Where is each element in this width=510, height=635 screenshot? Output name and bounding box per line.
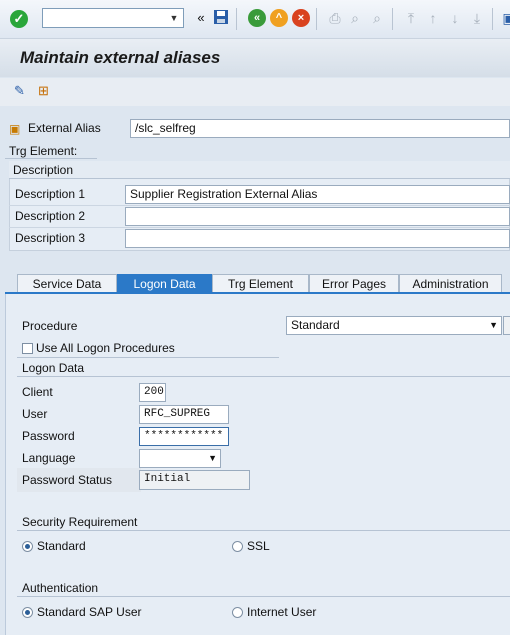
external-alias-label: External Alias [28,121,101,135]
auth-standard-sap-user-radio[interactable] [22,607,33,618]
toolbar-separator [236,8,237,30]
chevron-down-icon[interactable]: ▼ [208,450,217,467]
external-alias-field[interactable]: /slc_selfreg [130,119,510,138]
security-requirement-title: Security Requirement [22,515,138,529]
tab-error-pages[interactable]: Error Pages [309,274,399,293]
command-field[interactable]: ▼ [42,8,184,28]
password-field[interactable]: ************ [139,427,229,446]
divider [17,596,510,597]
print-icon[interactable]: ⎙ [326,9,344,27]
next-page-icon[interactable]: ↓ [446,9,464,27]
user-field[interactable]: RFC_SUPREG [139,405,229,424]
description-3-field[interactable] [125,229,510,248]
description-2-label: Description 2 [15,209,86,223]
page-title: Maintain external aliases [20,48,221,67]
create-session-icon[interactable]: ▣ [500,9,510,27]
description-1-label: Description 1 [15,187,86,201]
auth-internet-user-label: Internet User [247,605,317,619]
tab-service-data[interactable]: Service Data [17,274,117,293]
display-change-icon[interactable]: ✎ [14,83,25,99]
procedure-label: Procedure [22,319,78,333]
application-toolbar [0,78,510,106]
divider [17,376,510,377]
hierarchy-icon[interactable]: ⊞ [38,83,49,99]
auth-internet-user-radio[interactable] [232,607,243,618]
description-1-field[interactable]: Supplier Registration External Alias [125,185,510,204]
language-label: Language [22,451,76,465]
find-icon[interactable]: ⌕ [346,9,364,27]
divider [9,205,510,206]
last-page-icon[interactable]: ⤓ [468,9,486,27]
language-dropdown[interactable]: ▼ [139,449,221,468]
logon-data-title: Logon Data [22,361,85,375]
prev-page-icon[interactable]: ↑ [424,9,442,27]
authentication-title: Authentication [22,581,99,595]
client-label: Client [22,385,53,399]
password-status-field: Initial [139,470,250,490]
security-standard-label: Standard [37,539,86,553]
enter-icon[interactable]: ✓ [10,10,28,28]
toolbar-separator [316,8,317,30]
divider [17,530,510,531]
procedure-button[interactable] [503,316,510,335]
divider [9,227,510,228]
divider [17,357,279,358]
chevron-down-icon[interactable]: ▼ [489,317,498,334]
tab-logon-data[interactable]: Logon Data [117,274,212,293]
client-field[interactable]: 200 [139,383,166,402]
security-standard-radio[interactable] [22,541,33,552]
exit-icon[interactable]: ^ [270,9,288,27]
description-title: Description [9,161,510,179]
description-3-label: Description 3 [15,231,86,245]
use-all-logon-checkbox[interactable] [22,343,33,354]
trg-element-label: Trg Element: [9,144,78,158]
description-2-field[interactable] [125,207,510,226]
toolbar-separator [492,8,493,30]
back-icon[interactable]: « [248,9,266,27]
toolbar-separator [392,8,393,30]
first-page-icon[interactable]: ⤒ [402,9,420,27]
password-status-label: Password Status [22,473,113,487]
procedure-value: Standard [291,318,340,332]
use-all-logon-label: Use All Logon Procedures [36,341,175,355]
auth-standard-sap-user-label: Standard SAP User [37,605,142,619]
procedure-dropdown[interactable]: Standard ▼ [286,316,502,335]
back-double-icon[interactable]: « [192,9,210,27]
tab-administration[interactable]: Administration [399,274,502,293]
security-ssl-label: SSL [247,539,270,553]
save-icon[interactable] [212,9,230,27]
password-label: Password [22,429,75,443]
user-label: User [22,407,48,421]
divider [5,158,97,159]
cancel-icon[interactable]: × [292,9,310,27]
security-ssl-radio[interactable] [232,541,243,552]
chevron-down-icon[interactable]: ▼ [167,10,181,26]
alias-icon: ▣ [9,122,21,136]
tab-trg-element[interactable]: Trg Element [212,274,309,293]
find-next-icon[interactable]: ⌕ [368,9,386,27]
